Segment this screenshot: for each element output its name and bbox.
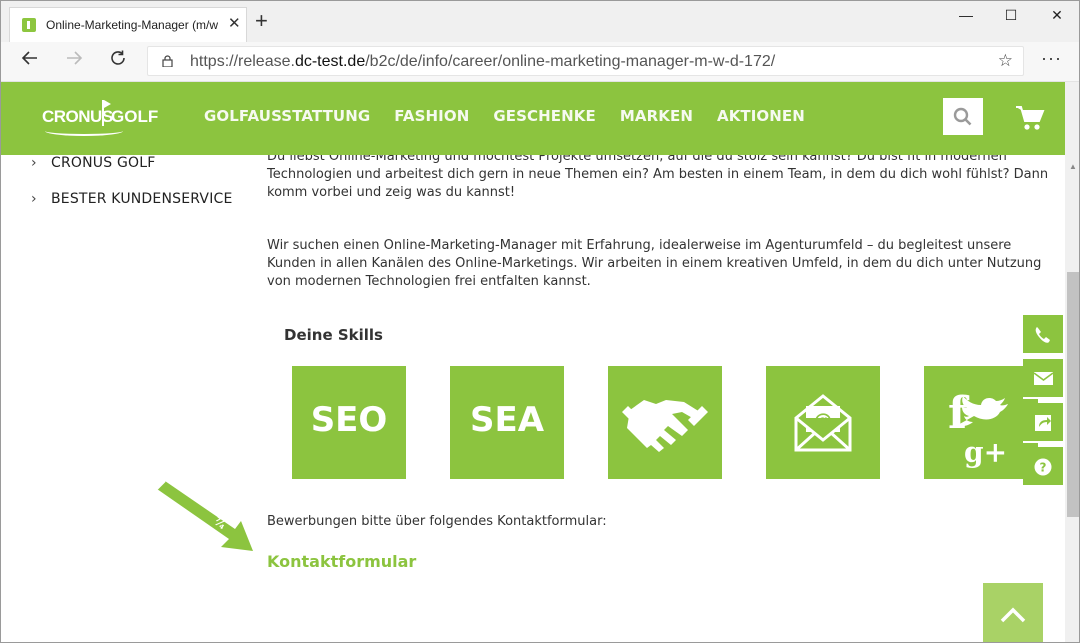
handshake-icon [622,400,708,452]
help-button[interactable]: ? [1023,447,1063,487]
url-prefix: https://release. [190,53,295,70]
chevron-right-icon: › [31,155,37,171]
tab-title: Online-Marketing-Manager (m/w [46,18,219,32]
page-content: › CRONUS GOLF › BESTER KUNDENSERVICE Du li… [1,155,1065,642]
intro-paragraph: Du liebst Online-Marketing und möchtest … [267,155,1049,200]
tab-strip: Online-Marketing-Manager (m/w ✕ + — ☐ ✕ [1,1,1079,42]
email-envelope-icon: @ [794,394,852,452]
search-button[interactable] [943,98,983,135]
refresh-button[interactable] [105,49,131,73]
scrollbar-thumb[interactable] [1067,272,1079,517]
nav-item-marken[interactable]: MARKEN [620,107,693,125]
svg-text:?: ? [1040,461,1047,475]
scroll-to-top-button[interactable] [983,583,1043,642]
search-icon [953,107,972,126]
scroll-up-arrow-icon[interactable]: ▲ [1069,162,1077,171]
page-scrollbar[interactable]: ▲ [1065,82,1079,642]
description-paragraph: Wir suchen einen Online-Marketing-Manage… [267,238,1042,289]
phone-button[interactable] [1023,315,1063,355]
new-tab-button[interactable]: + [255,10,268,32]
minimize-button[interactable]: — [956,7,976,23]
favorite-star-icon[interactable]: ☆ [998,51,1013,71]
chevron-right-icon: › [31,191,37,207]
application-note: Bewerbungen bitte über folgendes Kontakt… [267,514,607,529]
skill-tile-seo: SEO [292,366,406,479]
shopping-cart-icon[interactable] [1015,105,1045,131]
nav-item-fashion[interactable]: FASHION [394,107,469,125]
close-window-button[interactable]: ✕ [1047,7,1067,24]
help-icon: ? [1034,458,1052,476]
sidebar-item-cronus-golf[interactable]: › CRONUS GOLF [31,155,156,171]
browser-tab[interactable]: Online-Marketing-Manager (m/w ✕ [9,7,247,42]
skill-tile-sea: SEA [450,366,564,479]
logo-swoosh [45,126,123,136]
skill-tile-handshake [608,366,722,479]
sidebar-item-label: CRONUS GOLF [51,155,156,171]
social-media-icon: f g+ [948,388,1008,469]
share-button[interactable] [1023,403,1063,443]
main-navigation: GOLFAUSSTATTUNG FASHION GESCHENKE MARKEN… [204,107,805,125]
nav-item-geschenke[interactable]: GESCHENKE [493,107,596,125]
address-bar[interactable]: https://release.dc-test.de/b2c/de/info/c… [147,46,1024,76]
mail-icon [1033,372,1054,385]
forward-arrow-icon [67,51,83,65]
nav-item-aktionen[interactable]: AKTIONEN [717,107,805,125]
email-button[interactable] [1023,359,1063,399]
svg-text:g+: g+ [964,436,1007,469]
skill-label-sea: SEA [469,400,545,440]
lock-icon [162,55,173,67]
sidebar-item-kundenservice[interactable]: › BESTER KUNDENSERVICE [31,191,233,207]
skill-label-seo: SEO [310,400,388,440]
refresh-icon [111,50,125,65]
browser-toolbar: https://release.dc-test.de/b2c/de/info/c… [1,42,1079,82]
chevron-up-icon [1000,607,1026,623]
url-domain: dc-test.de [294,53,366,70]
url-path: /b2c/de/info/career/online-marketing-man… [365,53,776,70]
site-favicon-icon [22,18,36,32]
browser-window: Online-Marketing-Manager (m/w ✕ + — ☐ ✕ … [0,0,1080,643]
skill-tile-social-media: f g+ [924,366,1038,479]
logo-text-right: GOLF [111,107,159,126]
url-text: https://release.dc-test.de/b2c/de/info/c… [190,53,775,71]
back-button[interactable] [17,49,43,73]
site-header: CRONUS GOLF GOLFAUSSTATTUNG FASHION GESC… [1,82,1079,155]
maximize-button[interactable]: ☐ [1001,7,1021,24]
logo-text-left: CRONUS [42,107,113,126]
contact-form-link[interactable]: Kontaktformular [267,552,416,571]
pencil-arrow-icon: ⁷⁄₄ [156,480,253,551]
nav-item-golfausstattung[interactable]: GOLFAUSSTATTUNG [204,107,370,125]
forward-button[interactable] [61,49,87,73]
share-icon [1035,415,1051,431]
phone-icon [1035,327,1050,343]
skill-tile-email: @ [766,366,880,479]
svg-text:@: @ [814,410,832,431]
tab-close-icon[interactable]: ✕ [228,16,241,32]
back-arrow-icon [21,51,37,65]
sidebar-item-label: BESTER KUNDENSERVICE [51,191,233,207]
skills-heading: Deine Skills [284,326,383,344]
cronus-golf-logo[interactable]: CRONUS GOLF [41,100,171,140]
browser-menu-button[interactable]: ··· [1041,48,1062,69]
